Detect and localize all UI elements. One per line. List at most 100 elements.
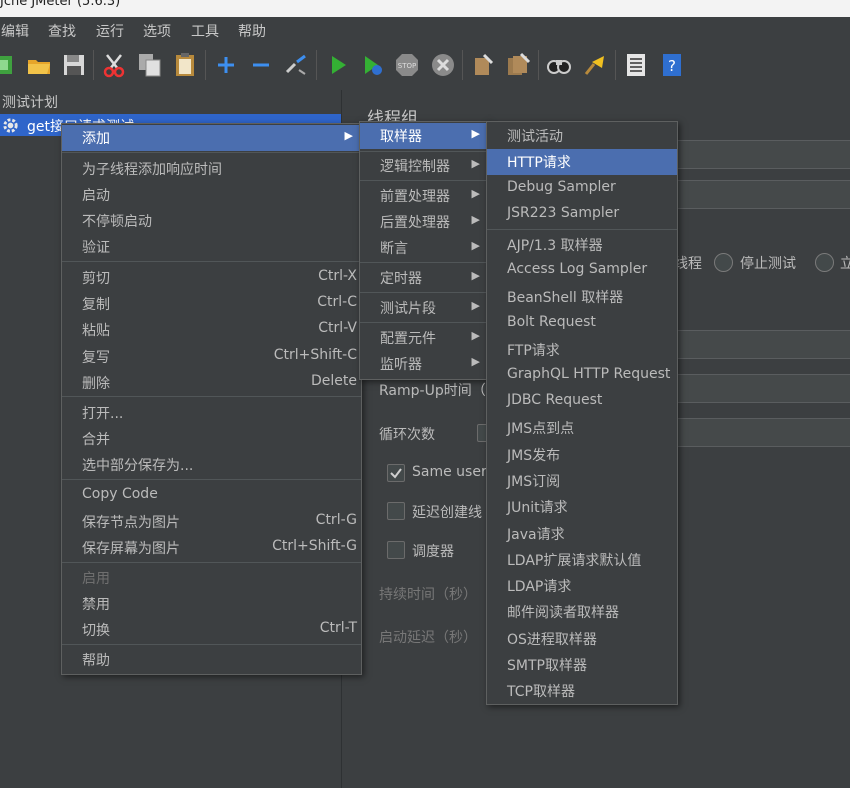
start-no-pause-icon[interactable] — [360, 52, 386, 78]
submenu-item-logic-controller[interactable]: 逻辑控制器 ▶ — [360, 153, 488, 179]
comment-field[interactable] — [676, 180, 850, 209]
submenu-item-pre-processor[interactable]: 前置处理器 ▶ — [360, 183, 488, 209]
tree-node-test-plan[interactable]: 测试计划 — [2, 92, 58, 112]
sampler-junit[interactable]: JUnit请求 — [487, 494, 677, 520]
sampler-jms-publish[interactable]: JMS发布 — [487, 442, 677, 468]
menu-tools[interactable]: 工具 — [191, 21, 219, 41]
sampler-jdbc[interactable]: JDBC Request — [487, 389, 677, 415]
sampler-bolt[interactable]: Bolt Request — [487, 311, 677, 337]
sampler-graphql[interactable]: GraphQL HTTP Request — [487, 363, 677, 389]
menu-item-copy-code[interactable]: Copy Code — [62, 483, 361, 509]
scheduler-checkbox[interactable] — [387, 541, 405, 559]
submenu-item-config-element[interactable]: 配置元件 ▶ — [360, 325, 488, 351]
new-icon[interactable] — [0, 52, 18, 78]
submenu-item-assertion[interactable]: 断言 ▶ — [360, 235, 488, 261]
cut-icon[interactable] — [101, 52, 127, 78]
stop-now-radio[interactable] — [815, 253, 834, 272]
menu-item-merge[interactable]: 合并 — [62, 426, 361, 452]
menu-item-save-node-image[interactable]: 保存节点为图片 Ctrl-G — [62, 509, 361, 535]
ramp-up-label: Ramp-Up时间（ — [379, 383, 486, 399]
sampler-os-process[interactable]: OS进程取样器 — [487, 626, 677, 652]
start-icon[interactable] — [325, 52, 351, 78]
shutdown-icon[interactable] — [430, 52, 456, 78]
same-user-checkbox[interactable] — [387, 464, 405, 482]
open-icon[interactable] — [26, 52, 52, 78]
sampler-debug[interactable]: Debug Sampler — [487, 176, 677, 202]
menu-edit[interactable]: 编辑 — [1, 21, 29, 41]
sampler-access-log[interactable]: Access Log Sampler — [487, 258, 677, 284]
submenu-arrow-icon: ▶ — [471, 269, 480, 282]
menu-search[interactable]: 查找 — [48, 21, 76, 41]
stop-now-label: 立 — [840, 256, 850, 272]
sampler-ldap-ext-defaults[interactable]: LDAP扩展请求默认值 — [487, 547, 677, 573]
submenu-item-listener[interactable]: 监听器 ▶ — [360, 351, 488, 377]
paste-icon[interactable] — [172, 52, 198, 78]
collapse-icon[interactable] — [248, 52, 274, 78]
sampler-test-action[interactable]: 测试活动 — [487, 123, 677, 149]
menu-item-paste[interactable]: 粘贴 Ctrl-V — [62, 317, 361, 343]
clear-all-icon[interactable] — [505, 52, 531, 78]
toolbar: STOP ? — [0, 42, 850, 91]
expand-icon[interactable] — [213, 52, 239, 78]
menu-item-save-selection-as[interactable]: 选中部分保存为... — [62, 452, 361, 478]
reset-search-icon[interactable] — [582, 52, 608, 78]
menu-item-start-no-pause[interactable]: 不停顿启动 — [62, 208, 361, 234]
submenu-item-timer[interactable]: 定时器 ▶ — [360, 265, 488, 291]
sampler-ajp[interactable]: AJP/1.3 取样器 — [487, 232, 677, 258]
menu-item-add[interactable]: 添加 ▶ — [62, 125, 361, 151]
menu-item-open[interactable]: 打开... — [62, 400, 361, 426]
sampler-mail-reader[interactable]: 邮件阅读者取样器 — [487, 599, 677, 625]
sampler-jms-p2p[interactable]: JMS点到点 — [487, 415, 677, 441]
sampler-ftp[interactable]: FTP请求 — [487, 337, 677, 363]
copy-icon[interactable] — [137, 52, 163, 78]
menu-item-duplicate[interactable]: 复写 Ctrl+Shift-C — [62, 344, 361, 370]
search-icon[interactable] — [546, 52, 572, 78]
submenu-item-sampler[interactable]: 取样器 ▶ — [360, 123, 488, 149]
menu-item-enable: 启用 — [82, 571, 110, 587]
sampler-tcp[interactable]: TCP取样器 — [487, 678, 677, 704]
sampler-smtp[interactable]: SMTP取样器 — [487, 652, 677, 678]
delay-create-checkbox[interactable] — [387, 502, 405, 520]
threads-field[interactable] — [676, 330, 850, 359]
save-icon[interactable] — [61, 52, 87, 78]
menu-item-toggle[interactable]: 切换 Ctrl-T — [62, 617, 361, 643]
name-field[interactable] — [676, 140, 850, 169]
menu-item-start[interactable]: 启动 — [62, 182, 361, 208]
submenu-arrow-icon: ▶ — [471, 157, 480, 170]
toggle-icon[interactable] — [283, 52, 309, 78]
sampler-jms-subscribe[interactable]: JMS订阅 — [487, 468, 677, 494]
menu-item-copy[interactable]: 复制 Ctrl-C — [62, 291, 361, 317]
menu-item-help[interactable]: 帮助 — [62, 647, 361, 673]
sampler-ldap[interactable]: LDAP请求 — [487, 573, 677, 599]
window-title-bar: Jche JMeter (5.6.3) — [0, 0, 850, 17]
menu-options[interactable]: 选项 — [143, 21, 171, 41]
menu-bar: 编辑 查找 运行 选项 工具 帮助 — [0, 17, 850, 42]
submenu-arrow-icon: ▶ — [471, 127, 480, 140]
stop-test-radio[interactable] — [714, 253, 733, 272]
ramp-up-field[interactable] — [676, 374, 850, 403]
menu-item-delete[interactable]: 删除 Delete — [62, 370, 361, 396]
submenu-arrow-icon: ▶ — [471, 329, 480, 342]
sampler-http-request[interactable]: HTTP请求 — [487, 149, 677, 175]
sampler-java[interactable]: Java请求 — [487, 521, 677, 547]
context-menu: 添加 ▶ 为子线程添加响应时间 启动 不停顿启动 验证 剪切 Ctrl-X 复制 Ct… — [61, 123, 362, 675]
stop-test-label: 停止测试 — [740, 256, 796, 272]
sampler-beanshell[interactable]: BeanShell 取样器 — [487, 284, 677, 310]
help-icon[interactable]: ? — [659, 52, 685, 78]
submenu-item-test-fragment[interactable]: 测试片段 ▶ — [360, 295, 488, 321]
menu-item-save-screen-image[interactable]: 保存屏幕为图片 Ctrl+Shift-G — [62, 535, 361, 561]
menu-item-cut[interactable]: 剪切 Ctrl-X — [62, 265, 361, 291]
menu-run[interactable]: 运行 — [96, 21, 124, 41]
menu-help[interactable]: 帮助 — [238, 21, 266, 41]
clear-icon[interactable] — [470, 52, 496, 78]
menu-item-validate[interactable]: 验证 — [62, 234, 361, 260]
loop-count-field[interactable] — [676, 418, 850, 447]
toolbar-separator — [316, 50, 317, 80]
submenu-item-post-processor[interactable]: 后置处理器 ▶ — [360, 209, 488, 235]
menu-item-add-response-time[interactable]: 为子线程添加响应时间 — [62, 156, 361, 182]
sampler-jsr223[interactable]: JSR223 Sampler — [487, 202, 677, 228]
function-helper-icon[interactable] — [623, 52, 649, 78]
stop-icon[interactable]: STOP — [394, 52, 420, 78]
svg-text:?: ? — [668, 57, 676, 75]
menu-item-disable[interactable]: 禁用 — [62, 591, 361, 617]
